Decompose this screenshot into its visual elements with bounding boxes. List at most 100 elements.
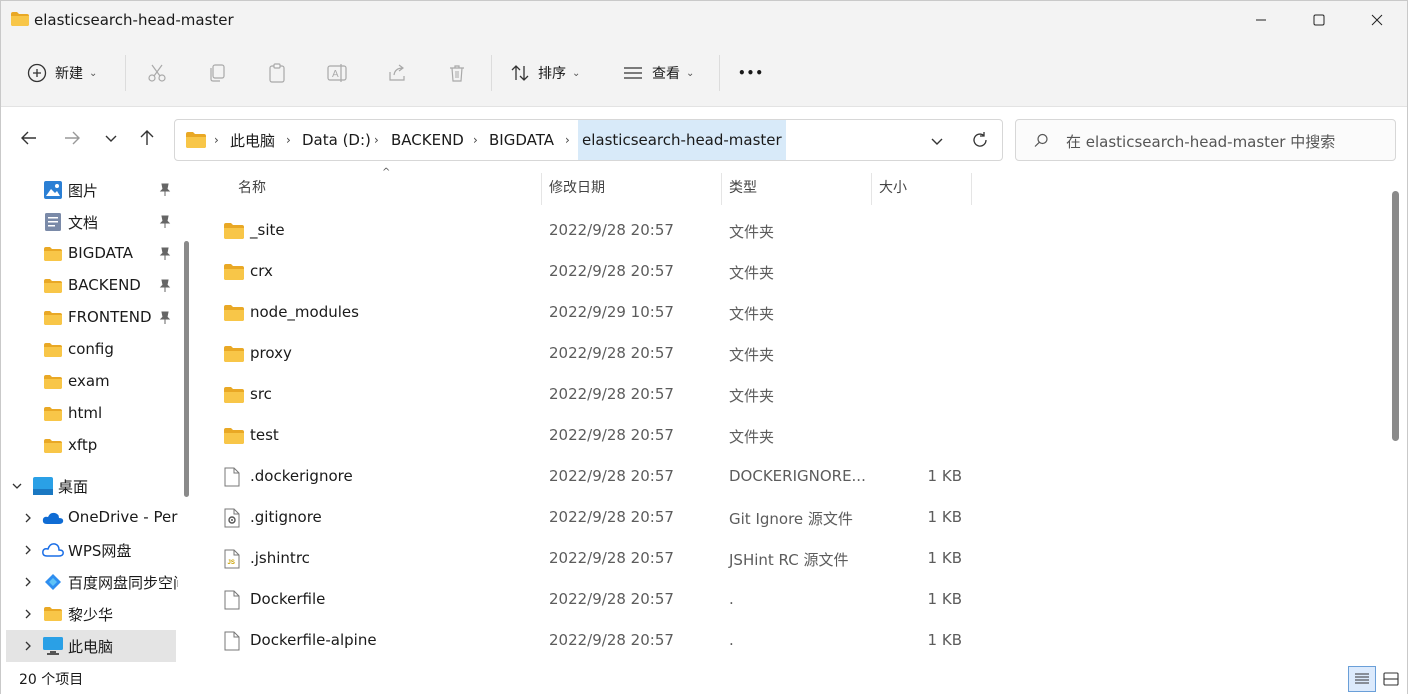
breadcrumb-this-pc[interactable]: 此电脑 [230, 120, 275, 160]
chevron-right-icon[interactable] [22, 608, 34, 620]
chevron-right-icon[interactable] [22, 544, 34, 556]
file-list-scrollbar[interactable] [1392, 191, 1399, 441]
file-row[interactable]: Dockerfile 2022/9/28 20:57. 1 KB [196, 580, 1376, 621]
file-size: 1 KB [927, 467, 962, 485]
share-button[interactable] [387, 51, 407, 95]
rename-button[interactable]: A [327, 51, 347, 95]
up-button[interactable] [134, 125, 160, 151]
address-bar[interactable]: › 此电脑 › Data (D:) › BACKEND › BIGDATA › … [174, 119, 1003, 161]
sidebar-item-label: 文档 [68, 214, 99, 232]
file-row[interactable]: test 2022/9/28 20:57 文件夹 [196, 416, 1376, 457]
copy-button[interactable] [207, 51, 227, 95]
search-box[interactable]: 在 elasticsearch-head-master 中搜索 [1015, 119, 1396, 161]
new-label: 新建 [55, 66, 83, 82]
column-divider[interactable] [541, 173, 542, 205]
column-header-type[interactable]: 类型 [729, 177, 757, 197]
sidebar-item-xftp[interactable]: xftp [1, 430, 181, 462]
sidebar-item-label: 图片 [68, 182, 99, 200]
sidebar-item-wps-cloud[interactable]: WPS网盘 [1, 534, 181, 566]
close-icon [1371, 14, 1383, 26]
sidebar-item-baidu-sync[interactable]: 百度网盘同步空间 [1, 566, 181, 598]
file-type: Git Ignore 源文件 [729, 510, 853, 528]
file-row[interactable]: crx 2022/9/28 20:57 文件夹 [196, 252, 1376, 293]
search-placeholder: 在 elasticsearch-head-master 中搜索 [1066, 133, 1336, 151]
refresh-icon[interactable] [971, 131, 989, 149]
sidebar-item-bigdata[interactable]: BIGDATA [1, 238, 181, 270]
tiles-view-button[interactable] [1377, 666, 1405, 692]
back-button[interactable] [16, 125, 42, 151]
file-row[interactable]: Dockerfile-alpine 2022/9/28 20:57. 1 KB [196, 621, 1376, 662]
arrow-up-icon [140, 130, 154, 145]
minimize-icon [1256, 19, 1266, 21]
forward-button[interactable] [59, 125, 85, 151]
chevron-down-icon [105, 135, 117, 142]
paste-button[interactable] [267, 51, 287, 95]
column-header-size[interactable]: 大小 [879, 177, 907, 197]
chevron-down-icon[interactable] [930, 134, 944, 148]
chevron-down-icon[interactable] [11, 480, 23, 492]
minimize-button[interactable] [1232, 1, 1290, 39]
file-row[interactable]: .gitignore 2022/9/28 20:57 Git Ignore 源文件 1… [196, 498, 1376, 539]
close-button[interactable] [1348, 1, 1406, 39]
sort-button[interactable]: 排序 ⌄ [510, 51, 580, 95]
sidebar-item-config[interactable]: config [1, 334, 181, 366]
view-button[interactable]: 查看 ⌄ [622, 51, 694, 95]
column-divider[interactable] [721, 173, 722, 205]
cut-button[interactable] [147, 51, 167, 95]
sidebar-item-label: BIGDATA [68, 244, 133, 262]
column-divider[interactable] [971, 173, 972, 205]
more-options-button[interactable]: ••• [738, 51, 764, 95]
svg-text:A: A [332, 69, 339, 80]
file-row[interactable]: proxy 2022/9/28 20:57 文件夹 [196, 334, 1376, 375]
sidebar-item-label: xftp [68, 436, 98, 454]
sidebar-scrollbar[interactable] [184, 241, 189, 497]
sidebar-item-onedrive[interactable]: OneDrive - Pers [1, 502, 181, 534]
file-row[interactable]: JS .jshintrc 2022/9/28 20:57 JSHint RC 源文件 1… [196, 539, 1376, 580]
file-date: 2022/9/28 20:57 [549, 221, 674, 239]
file-date: 2022/9/28 20:57 [549, 508, 674, 526]
sidebar-item-label: html [68, 404, 103, 422]
details-view-button[interactable] [1348, 666, 1376, 692]
breadcrumb-data-drive[interactable]: Data (D:) [302, 120, 371, 160]
sidebar-item-documents[interactable]: 文档 [1, 206, 181, 238]
maximize-button[interactable] [1290, 1, 1348, 39]
sidebar-item-html[interactable]: html [1, 398, 181, 430]
sidebar-item-label: exam [68, 372, 110, 390]
file-row[interactable]: .dockerignore 2022/9/28 20:57 DOCKERIGNORE… [196, 457, 1376, 498]
chevron-right-icon[interactable] [22, 512, 34, 524]
navigation-bar: › 此电脑 › Data (D:) › BACKEND › BIGDATA › … [1, 107, 1407, 167]
sidebar-item-label: 桌面 [58, 478, 89, 496]
breadcrumb-current-folder[interactable]: elasticsearch-head-master [578, 120, 786, 160]
sort-ascending-icon: ^ [382, 167, 391, 178]
file-name: proxy [250, 344, 292, 362]
chevron-down-icon: ⌄ [686, 67, 695, 79]
sidebar-item-this-pc[interactable]: 此电脑 [6, 630, 176, 662]
breadcrumb-bigdata[interactable]: BIGDATA [489, 120, 554, 160]
new-button[interactable]: 新建 ⌄ [27, 51, 97, 95]
column-header-date[interactable]: 修改日期 [549, 177, 605, 197]
sidebar-item-frontend[interactable]: FRONTEND [1, 302, 181, 334]
sidebar-item-exam[interactable]: exam [1, 366, 181, 398]
column-header-name[interactable]: 名称 [238, 177, 266, 197]
file-date: 2022/9/29 10:57 [549, 303, 674, 321]
file-row[interactable]: _site 2022/9/28 20:57 文件夹 [196, 211, 1376, 252]
file-row[interactable]: node_modules 2022/9/29 10:57 文件夹 [196, 293, 1376, 334]
recent-locations-button[interactable] [98, 125, 124, 151]
chevron-right-icon[interactable] [22, 576, 34, 588]
file-type: 文件夹 [729, 305, 775, 323]
delete-button[interactable] [447, 51, 467, 95]
column-divider[interactable] [871, 173, 872, 205]
status-bar: 20 个项目 [1, 664, 1407, 694]
sidebar-item-user-folder[interactable]: 黎少华 [1, 598, 181, 630]
file-name: .jshintrc [250, 549, 310, 567]
column-header-row: ^ 名称 修改日期 类型 大小 [196, 167, 1376, 211]
sidebar-item-backend[interactable]: BACKEND [1, 270, 181, 302]
file-row[interactable]: src 2022/9/28 20:57 文件夹 [196, 375, 1376, 416]
chevron-right-icon[interactable] [22, 640, 34, 652]
sort-label: 排序 [538, 66, 566, 82]
user-folder-icon [44, 607, 62, 621]
breadcrumb-backend[interactable]: BACKEND [391, 120, 464, 160]
sidebar-item-desktop[interactable]: 桌面 [1, 470, 181, 502]
sidebar-item-pictures[interactable]: 图片 [1, 174, 181, 206]
title-bar: elasticsearch-head-master [1, 1, 1407, 39]
